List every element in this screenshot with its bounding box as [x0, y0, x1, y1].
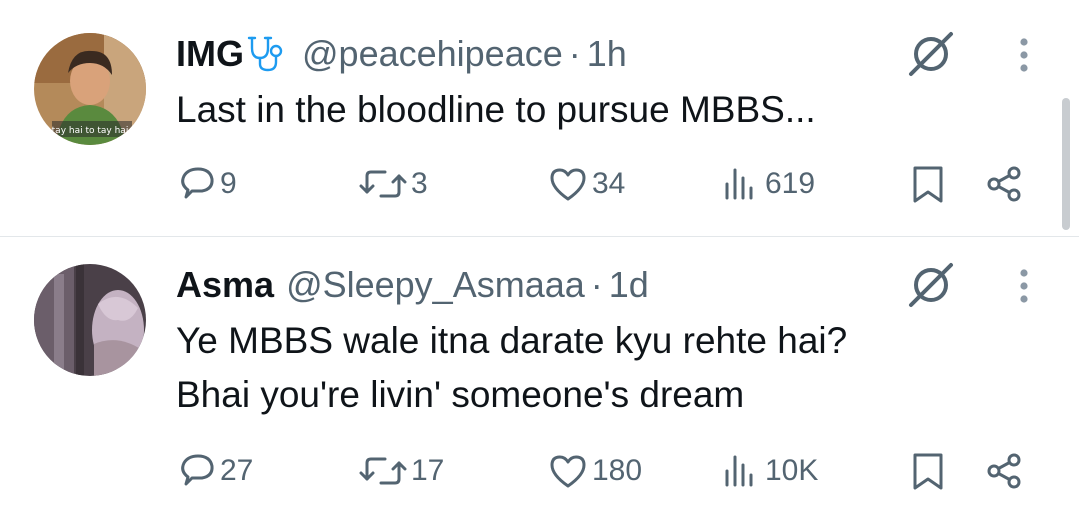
- display-name[interactable]: IMG: [176, 33, 244, 75]
- grok-icon[interactable]: [905, 259, 957, 311]
- repost-button[interactable]: 17: [359, 451, 444, 491]
- tweet-text-line: Bhai you're livin' someone's dream: [176, 374, 745, 415]
- action-bar: 9 3 34 619: [176, 164, 1056, 204]
- separator: ·: [590, 264, 603, 305]
- tweet-header: IMG @peacehipeace · 1h: [176, 32, 627, 76]
- handle[interactable]: @peacehipeace: [302, 33, 563, 75]
- tweet-2[interactable]: Asma @Sleepy_Asmaaa · 1d Ye MBBS wale it…: [0, 237, 1079, 526]
- reply-icon: [181, 454, 214, 486]
- view-count: 619: [765, 167, 816, 200]
- heart-icon: [550, 168, 586, 201]
- grok-icon[interactable]: [905, 28, 957, 80]
- reply-button[interactable]: 9: [176, 164, 237, 204]
- bookmark-icon: [913, 453, 943, 490]
- repost-count: 3: [411, 167, 428, 200]
- views-icon: [725, 168, 753, 200]
- tweet-text: Last in the bloodline to pursue MBBS...: [176, 83, 1036, 137]
- reply-count: 27: [220, 454, 254, 487]
- action-bar: 27 17 180 10K: [176, 451, 1056, 491]
- like-button[interactable]: 180: [548, 451, 642, 491]
- like-count: 180: [592, 454, 643, 487]
- repost-count: 17: [411, 454, 445, 487]
- tweet-1[interactable]: tay hai to tay hai IMG @peacehipeace · 1…: [0, 0, 1079, 236]
- more-icon[interactable]: [1012, 267, 1036, 307]
- heart-icon: [550, 455, 586, 488]
- views-icon: [725, 455, 753, 487]
- reply-button[interactable]: 27: [176, 451, 253, 491]
- like-count: 34: [592, 167, 626, 200]
- share-button[interactable]: [984, 451, 1024, 491]
- share-icon: [987, 166, 1021, 202]
- like-button[interactable]: 34: [548, 164, 625, 204]
- avatar-caption: tay hai to tay hai: [52, 126, 129, 136]
- tweet-text: Ye MBBS wale itna darate kyu rehte hai? …: [176, 314, 1036, 422]
- avatar[interactable]: tay hai to tay hai: [34, 33, 146, 145]
- share-button[interactable]: [984, 164, 1024, 204]
- bookmark-button[interactable]: [910, 451, 946, 491]
- repost-icon: [359, 170, 407, 198]
- timestamp[interactable]: 1d: [609, 264, 649, 306]
- views-button[interactable]: 10K: [721, 451, 818, 491]
- separator: ·: [568, 33, 581, 74]
- timestamp[interactable]: 1h: [587, 33, 627, 75]
- bookmark-icon: [913, 166, 943, 203]
- bookmark-button[interactable]: [910, 164, 946, 204]
- more-icon[interactable]: [1012, 36, 1036, 76]
- scrollbar[interactable]: [1062, 98, 1070, 230]
- repost-button[interactable]: 3: [359, 164, 428, 204]
- repost-icon: [359, 457, 407, 485]
- reply-icon: [181, 167, 214, 199]
- tweet-header: Asma @Sleepy_Asmaaa · 1d: [176, 263, 649, 307]
- views-button[interactable]: 619: [721, 164, 815, 204]
- view-count: 10K: [765, 454, 819, 487]
- share-icon: [987, 453, 1021, 489]
- tweet-text-line: Ye MBBS wale itna darate kyu rehte hai?: [176, 320, 848, 361]
- reply-count: 9: [220, 167, 237, 200]
- avatar[interactable]: [34, 264, 146, 376]
- display-name[interactable]: Asma: [176, 264, 274, 306]
- stethoscope-icon: [246, 34, 290, 74]
- tweet-text-line: Last in the bloodline to pursue MBBS...: [176, 89, 816, 130]
- handle[interactable]: @Sleepy_Asmaaa: [286, 264, 585, 306]
